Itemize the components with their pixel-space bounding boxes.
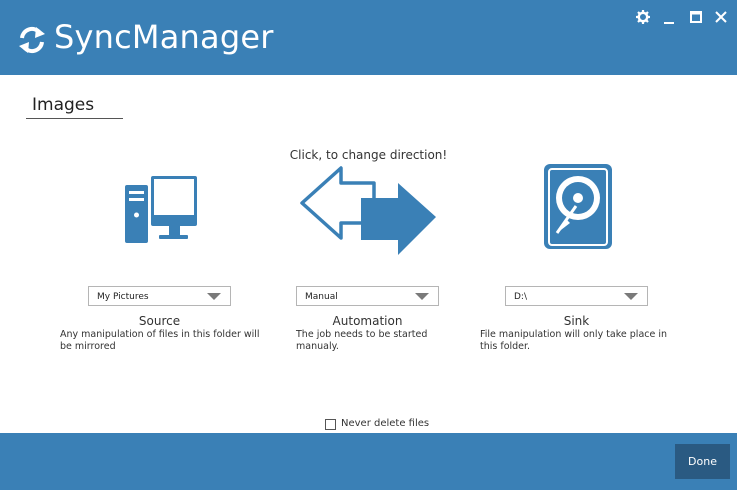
close-icon	[715, 11, 727, 23]
chevron-down-icon	[415, 293, 429, 300]
footer-bar	[0, 433, 737, 490]
close-button[interactable]	[713, 9, 729, 25]
source-title: Source	[138, 314, 181, 328]
automation-description: The job needs to be started manualy.	[296, 329, 428, 352]
maximize-button[interactable]	[688, 9, 704, 25]
gear-icon	[636, 10, 650, 24]
job-name-underline	[26, 95, 123, 119]
done-button[interactable]: Done	[675, 444, 730, 479]
direction-arrows-icon[interactable]	[299, 165, 439, 267]
sink-title: Sink	[563, 314, 590, 328]
source-select[interactable]: My Pictures	[88, 286, 231, 306]
source-description: Any manipulation of files in this folder…	[60, 329, 260, 352]
automation-title: Automation	[332, 314, 403, 328]
app-title: SyncManager	[54, 18, 274, 56]
minimize-button[interactable]	[661, 9, 677, 25]
settings-button[interactable]	[635, 9, 651, 25]
job-name-input[interactable]	[32, 95, 122, 115]
never-delete-checkbox[interactable]	[325, 419, 336, 430]
chevron-down-icon	[624, 293, 638, 300]
minimize-icon	[664, 22, 674, 24]
computer-icon	[125, 176, 197, 243]
sink-description: File manipulation will only take place i…	[480, 329, 668, 352]
chevron-down-icon	[207, 293, 221, 300]
direction-hint: Click, to change direction!	[289, 148, 448, 162]
sink-select[interactable]: D:\	[505, 286, 648, 306]
automation-select-value: Manual	[305, 292, 338, 302]
sink-select-value: D:\	[514, 292, 527, 302]
source-select-value: My Pictures	[97, 292, 149, 302]
maximize-icon	[690, 11, 702, 23]
sync-icon	[19, 26, 45, 54]
header-bar: SyncManager	[0, 0, 737, 75]
hard-drive-icon	[544, 164, 612, 249]
automation-select[interactable]: Manual	[296, 286, 439, 306]
never-delete-label: Never delete files	[341, 418, 430, 429]
